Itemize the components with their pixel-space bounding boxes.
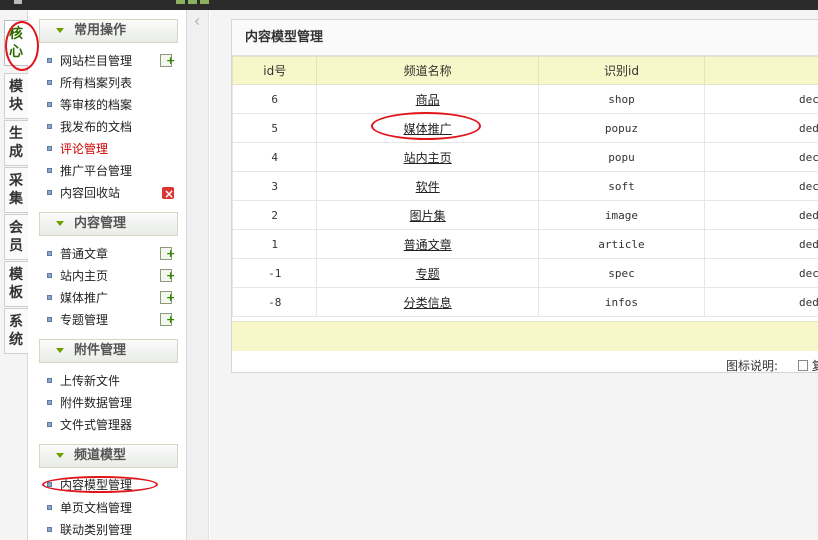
- bullet-icon: [47, 190, 52, 195]
- add-icon[interactable]: [160, 51, 175, 71]
- content-model-panel: 内容模型管理 id号 频道名称 识别id 6 商品 shop dec 5 媒体推…: [231, 19, 818, 373]
- group-head-common[interactable]: 常用操作: [39, 19, 178, 43]
- table-row: -1 专题 spec dec: [231, 258, 818, 288]
- add-icon[interactable]: [160, 266, 175, 286]
- menu-item-linkage-types[interactable]: 联动类别管理: [45, 520, 132, 540]
- bullet-icon: [47, 146, 52, 151]
- bullet-icon: [47, 505, 52, 510]
- bullet-icon: [47, 58, 52, 63]
- bullet-icon: [47, 295, 52, 300]
- menu-item-all-archives[interactable]: 所有档案列表: [45, 73, 132, 93]
- top-strip-items: [14, 0, 22, 10]
- delete-icon[interactable]: [162, 184, 174, 204]
- window-top-strip: [0, 0, 818, 10]
- table-row: 2 图片集 image dede: [231, 200, 818, 230]
- channel-link[interactable]: 图片集: [410, 209, 446, 223]
- table-row: 6 商品 shop dec: [231, 84, 818, 114]
- menu-item-file-manager[interactable]: 文件式管理器: [45, 415, 132, 435]
- bullet-icon: [47, 273, 52, 278]
- menu-item-recycle-bin[interactable]: 内容回收站: [45, 183, 174, 204]
- collapse-arrow-icon[interactable]: [194, 17, 203, 26]
- bullet-icon: [47, 124, 52, 129]
- add-icon[interactable]: [160, 244, 175, 264]
- bullet-icon: [47, 482, 52, 487]
- vtab-generate[interactable]: 生成: [4, 120, 28, 166]
- table-row: 4 站内主页 popu dec: [231, 142, 818, 172]
- menu-item-articles[interactable]: 普通文章: [45, 244, 175, 264]
- group-title: 附件管理: [74, 343, 127, 358]
- chevron-down-icon: [56, 348, 64, 353]
- col-header-extra: [704, 56, 818, 85]
- channel-link[interactable]: 分类信息: [404, 296, 452, 310]
- table-header-row: id号 频道名称 识别id: [231, 56, 818, 85]
- sidebar-splitter[interactable]: [187, 10, 209, 540]
- menu-item-pending-review[interactable]: 等审核的档案: [45, 95, 132, 115]
- channel-link[interactable]: 软件: [416, 180, 440, 194]
- channel-link[interactable]: 站内主页: [404, 151, 452, 165]
- menu-item-topics[interactable]: 专题管理: [45, 310, 175, 330]
- menu-item-content-models[interactable]: 内容模型管理: [45, 475, 132, 495]
- table-row: 1 普通文章 article dede: [231, 229, 818, 259]
- main-content: 内容模型管理 id号 频道名称 识别id 6 商品 shop dec 5 媒体推…: [210, 10, 818, 540]
- bullet-icon: [47, 378, 52, 383]
- vtab-template[interactable]: 模板: [4, 261, 28, 307]
- bullet-icon: [47, 400, 52, 405]
- vtab-collect[interactable]: 采集: [4, 167, 28, 213]
- menu-item-site-columns[interactable]: 网站栏目管理: [45, 51, 175, 71]
- group-head-attachments[interactable]: 附件管理: [39, 339, 178, 363]
- menu-item-my-documents[interactable]: 我发布的文档: [45, 117, 132, 137]
- menu-item-single-pages[interactable]: 单页文档管理: [45, 498, 132, 518]
- col-header-id: id号: [231, 56, 318, 85]
- channel-link[interactable]: 普通文章: [404, 238, 452, 252]
- group-title: 内容管理: [74, 216, 127, 231]
- bullet-icon: [47, 251, 52, 256]
- add-icon[interactable]: [160, 288, 175, 308]
- legend-tail: 复: [811, 359, 818, 373]
- group-title: 常用操作: [74, 23, 127, 38]
- bullet-icon: [47, 168, 52, 173]
- bullet-icon: [47, 527, 52, 532]
- chevron-down-icon: [56, 28, 64, 33]
- menu-item-upload[interactable]: 上传新文件: [45, 371, 120, 391]
- group-title: 频道模型: [74, 448, 127, 463]
- vtab-module[interactable]: 模块: [4, 73, 28, 119]
- table-row: -8 分类信息 infos ded: [231, 287, 818, 317]
- category-tab-strip: 核心 模块 生成 采集 会员 模板 系统: [0, 10, 28, 540]
- table-footer-bar: [232, 321, 818, 351]
- menu-item-attachment-data[interactable]: 附件数据管理: [45, 393, 132, 413]
- group-head-content[interactable]: 内容管理: [39, 212, 178, 236]
- menu-item-media-promo[interactable]: 媒体推广: [45, 288, 175, 308]
- col-header-nid: 识别id: [537, 56, 706, 85]
- menu-item-promotion[interactable]: 推广平台管理: [45, 161, 132, 181]
- chevron-down-icon: [56, 221, 64, 226]
- vtab-core[interactable]: 核心: [4, 20, 28, 66]
- icon-legend: 图标说明: 复: [726, 357, 818, 374]
- vtab-system[interactable]: 系统: [4, 308, 28, 354]
- top-strip-icons: [176, 0, 209, 4]
- group-head-channel-models[interactable]: 频道模型: [39, 444, 178, 468]
- add-icon[interactable]: [160, 310, 175, 330]
- menu-item-site-home[interactable]: 站内主页: [45, 266, 175, 286]
- menu-item-comments[interactable]: 评论管理: [45, 139, 108, 159]
- channel-link[interactable]: 商品: [416, 93, 440, 107]
- col-header-channel-name: 频道名称: [316, 56, 539, 85]
- sidebar-menu: 常用操作 网站栏目管理 所有档案列表 等审核的档案 我发布的文档 评论管理 推广…: [29, 10, 187, 540]
- document-icon: [797, 360, 808, 371]
- model-table: id号 频道名称 识别id 6 商品 shop dec 5 媒体推广 popuz: [231, 56, 818, 317]
- channel-link[interactable]: 专题: [416, 267, 440, 281]
- bullet-icon: [47, 422, 52, 427]
- vtab-member[interactable]: 会员: [4, 214, 28, 260]
- channel-link[interactable]: 媒体推广: [404, 122, 452, 136]
- chevron-down-icon: [56, 453, 64, 458]
- panel-title: 内容模型管理: [232, 20, 818, 56]
- bullet-icon: [47, 102, 52, 107]
- table-row: 5 媒体推广 popuz ded: [231, 113, 818, 143]
- bullet-icon: [47, 317, 52, 322]
- table-row: 3 软件 soft dec: [231, 171, 818, 201]
- legend-label: 图标说明:: [726, 359, 779, 373]
- bullet-icon: [47, 80, 52, 85]
